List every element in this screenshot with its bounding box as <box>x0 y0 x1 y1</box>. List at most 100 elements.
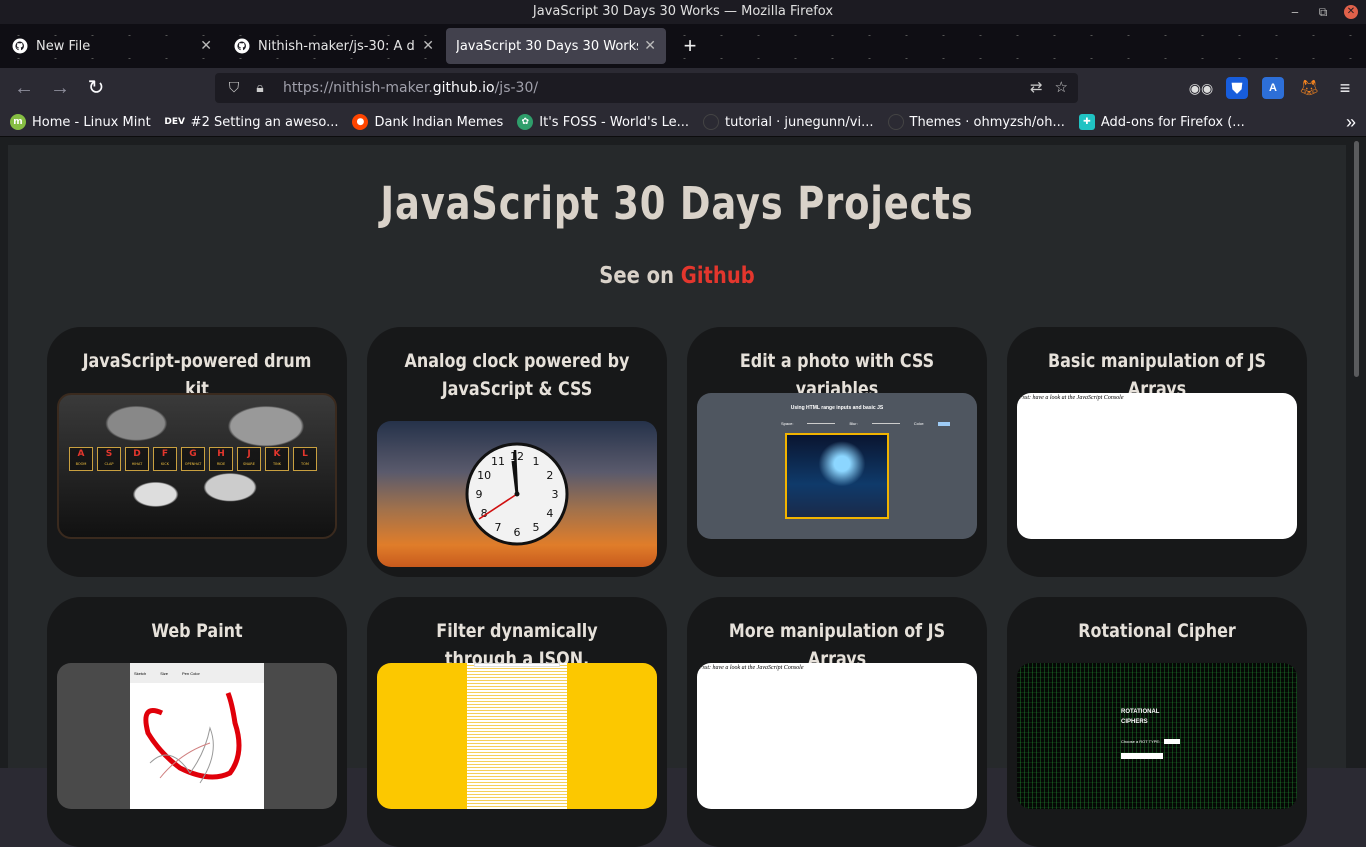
project-card-rotational-cipher[interactable]: Rotational Cipher ROTATIONAL CIPHERS Cho… <box>1007 597 1307 847</box>
analog-clock-thumbnail[interactable]: 12 1 2 3 4 5 6 7 8 9 10 11 <box>377 421 657 567</box>
card-title: Web Paint <box>151 620 243 642</box>
app-menu-icon[interactable]: ≡ <box>1334 77 1356 99</box>
paint-canvas <box>143 692 242 784</box>
drum-key-letter: G <box>189 449 197 459</box>
bookmark-ohmyzsh-themes[interactable]: Themes · ohmyzsh/oh... <box>887 114 1065 130</box>
lock-icon[interactable]: 🔒︎ <box>249 80 271 96</box>
drum-key: K TINK <box>265 447 289 471</box>
github-icon <box>703 114 720 130</box>
clock-number: 12 <box>510 450 524 463</box>
project-card-photo-css-variables[interactable]: Edit a photo with CSS variables Using HT… <box>687 327 987 577</box>
clock-number: 11 <box>491 455 505 468</box>
card-title: Analog clock powered by JavaScript & CSS <box>404 350 630 400</box>
cipher-input-field-icon <box>1121 753 1163 759</box>
bookmarks-overflow-chevron-icon[interactable]: » <box>1346 112 1356 133</box>
github-icon <box>887 114 904 130</box>
drum-key-letter: S <box>105 449 113 459</box>
url-bar[interactable]: ⛉ 🔒︎ https://nithish-maker.github.io/js-… <box>215 73 1078 103</box>
bookmark-dank-memes[interactable]: ● Dank Indian Memes <box>352 114 503 130</box>
card-title: JavaScript-powered drum kit <box>82 350 312 400</box>
close-tab-icon[interactable]: ✕ <box>422 38 434 54</box>
drum-key-letter: J <box>247 449 251 459</box>
drum-key-letter: D <box>133 449 141 459</box>
translate-extension-icon[interactable]: A <box>1262 77 1284 99</box>
rot-type-select-icon <box>1164 739 1181 744</box>
clock-number: 7 <box>495 521 502 534</box>
bookmark-junegunn-tutorial[interactable]: tutorial · junegunn/vi... <box>703 114 874 130</box>
metamask-fox-icon[interactable]: 🦊︎ <box>1298 77 1320 99</box>
thumb-caption: Psst: have a look at the JavaScript Cons… <box>699 665 804 671</box>
drum-key-sound: HIHAT <box>131 462 143 466</box>
drum-key: D HIHAT <box>125 447 149 471</box>
pen-color-label: Pen Color <box>182 670 200 676</box>
web-paint-thumbnail[interactable]: Sketch Size Pen Color <box>57 663 337 809</box>
project-card-more-js-arrays[interactable]: More manipulation of JS Arrays Psst: hav… <box>687 597 987 847</box>
bookmark-its-foss[interactable]: ✿ It's FOSS - World's Le... <box>517 114 689 130</box>
tab-new-file[interactable]: New File ✕ <box>2 28 222 64</box>
back-button[interactable]: ← <box>6 72 42 104</box>
sketch-label: Sketch <box>134 670 147 676</box>
color-picker-label: Color: <box>913 421 925 426</box>
drum-key: F KICK <box>153 447 177 471</box>
drum-key: S CLAP <box>97 447 121 471</box>
dev-icon: DEV <box>164 117 185 127</box>
reload-button[interactable]: ↻ <box>78 72 114 104</box>
card-title: Edit a photo with CSS variables <box>739 350 935 400</box>
drum-key-letter: K <box>273 449 281 459</box>
card-title: Basic manipulation of JS Arrays <box>1047 350 1267 400</box>
page-scrollbar[interactable] <box>1354 141 1359 377</box>
project-card-web-paint[interactable]: Web Paint Sketch Size Pen Color <box>47 597 347 847</box>
rot-type-label: Choose a ROT TYPE: <box>1121 739 1161 744</box>
github-link[interactable]: Github <box>681 263 755 289</box>
blur-slider-icon <box>871 423 900 424</box>
window-title: JavaScript 30 Days 30 Works — Mozilla Fi… <box>532 4 834 19</box>
photo-edit-thumbnail[interactable]: Using HTML range inputs and basic JS Spa… <box>697 393 977 539</box>
close-tab-icon[interactable]: ✕ <box>644 38 656 54</box>
project-card-filter-json[interactable]: Filter dynamically through a JSON. <box>367 597 667 847</box>
rotational-cipher-thumbnail[interactable]: ROTATIONAL CIPHERS Choose a ROT TYPE: <box>1017 663 1297 809</box>
tab-strip: New File ✕ Nithish-maker/js-30: A dirty … <box>0 24 1366 68</box>
bookmark-star-icon[interactable]: ☆ <box>1055 78 1068 96</box>
cipher-heading: ROTATIONAL CIPHERS <box>1121 709 1160 725</box>
clock-number: 6 <box>514 526 521 539</box>
minimize-icon[interactable]: ‒ <box>1288 5 1302 19</box>
restore-icon[interactable]: ⧉ <box>1316 5 1330 19</box>
project-card-analog-clock[interactable]: Analog clock powered by JavaScript & CSS… <box>367 327 667 577</box>
translate-icon[interactable]: ⇄ <box>1030 78 1043 96</box>
itsfoss-icon: ✿ <box>517 114 534 130</box>
project-card-drum-kit[interactable]: JavaScript-powered drum kit A BOOM S CLAP D H… <box>47 327 347 577</box>
close-tab-icon[interactable]: ✕ <box>200 38 212 54</box>
card-title: More manipulation of JS Arrays <box>728 620 946 670</box>
arrays-thumbnail[interactable]: Psst: have a look at the JavaScript Cons… <box>1017 393 1297 539</box>
page-viewport: JavaScript 30 Days Projects See on Githu… <box>0 137 1366 847</box>
new-tab-button[interactable]: + <box>678 33 702 59</box>
project-card-js-arrays[interactable]: Basic manipulation of JS Arrays Psst: ha… <box>1007 327 1307 577</box>
linux-mint-icon: m <box>10 114 26 130</box>
drum-key-letter: H <box>217 449 225 459</box>
drum-key: J SNARE <box>237 447 261 471</box>
github-icon <box>234 38 250 54</box>
tracking-protection-shield-icon[interactable]: ⛉ <box>223 80 245 96</box>
card-title: Filter dynamically through a JSON. <box>436 620 598 670</box>
bookmark-dev[interactable]: DEV #2 Setting an aweso... <box>164 114 338 130</box>
url-text[interactable]: https://nithish-maker.github.io/js-30/ <box>283 80 538 96</box>
bookmark-linux-mint[interactable]: m Home - Linux Mint <box>10 114 151 130</box>
drum-key-sound: TINK <box>272 462 282 466</box>
drum-key-letter: F <box>161 449 169 459</box>
spacing-slider-label: Space: <box>781 421 794 426</box>
tab-js30-works[interactable]: JavaScript 30 Days 30 Works ✕ <box>446 28 666 64</box>
thumb-caption: Using HTML range inputs and basic JS <box>790 405 884 411</box>
tab-js30-repo[interactable]: Nithish-maker/js-30: A dirty ✕ <box>224 28 444 64</box>
private-glasses-extension-icon[interactable]: ◉◉ <box>1189 77 1213 99</box>
close-window-icon[interactable]: ✕ <box>1344 5 1358 19</box>
bookmarks-toolbar: m Home - Linux Mint DEV #2 Setting an aw… <box>0 108 1366 137</box>
forward-button[interactable]: → <box>42 72 78 104</box>
page-subtitle: See on Github <box>599 263 755 289</box>
bookmark-firefox-addons[interactable]: ✚ Add-ons for Firefox (... <box>1078 114 1245 130</box>
bitwarden-extension-icon[interactable]: ⛊ <box>1226 77 1248 99</box>
tab-label: Nithish-maker/js-30: A dirty <box>258 38 416 54</box>
more-arrays-thumbnail[interactable]: Psst: have a look at the JavaScript Cons… <box>697 663 977 809</box>
filter-json-thumbnail[interactable] <box>377 663 657 809</box>
drum-key: H RIDE <box>209 447 233 471</box>
drum-kit-thumbnail[interactable]: A BOOM S CLAP D HIHAT F KICK G OPENHAT H RIDE J SNARE… <box>57 393 337 539</box>
